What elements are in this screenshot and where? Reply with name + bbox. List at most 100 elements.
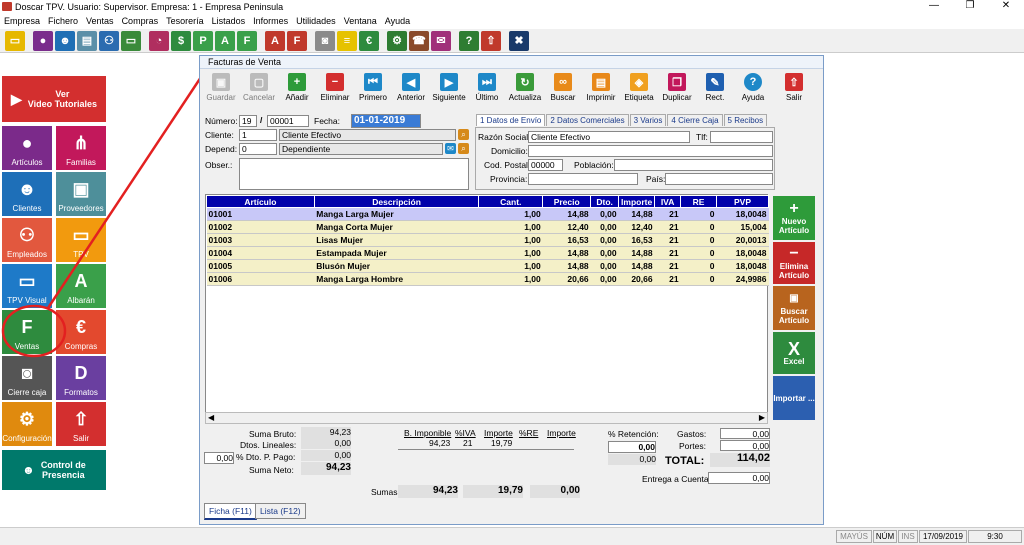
cell-pvp: 20,0013	[716, 233, 769, 247]
retencion-importe-value: 0,00	[608, 454, 656, 465]
binoculars-icon: ∞	[554, 73, 572, 91]
numero-serie-field[interactable]: 19	[239, 115, 257, 127]
col-descripcion[interactable]: Descripción	[313, 195, 480, 208]
importar-button[interactable]: Importar ...	[773, 376, 815, 420]
obser-label: Obser.:	[205, 160, 233, 170]
domicilio-field[interactable]	[528, 145, 773, 157]
fecha-field[interactable]: 01-01-2019	[351, 114, 421, 128]
elimina-articulo-button[interactable]: − Elimina Artículo	[773, 242, 815, 284]
tab-datos-envio[interactable]: 1 Datos de Envío	[476, 114, 546, 126]
provincia-label: Provincia:	[490, 174, 528, 184]
col-articulo[interactable]: Artículo	[206, 195, 315, 208]
observaciones-field[interactable]	[239, 158, 469, 190]
dtos-lineales-label: Dtos. Lineales:	[240, 440, 297, 450]
cell-precio: 12,40	[542, 220, 591, 234]
status-date: 17/09/2019	[919, 530, 967, 543]
cell-iva: 21	[654, 233, 681, 247]
facturas-venta-window: Facturas de Venta ▣ Guardar ▢ Cancelar + Añ…	[199, 55, 824, 525]
col-importe[interactable]: Importe	[618, 195, 656, 208]
status-time: 9:30	[968, 530, 1022, 543]
col-dto[interactable]: Dto.	[590, 195, 620, 208]
grid-horizontal-scrollbar[interactable]: ◀ ▶	[205, 412, 768, 424]
depend-code-field[interactable]: 0	[239, 143, 277, 155]
cell-re: 0	[680, 272, 717, 286]
sumas-re-value: 0,00	[530, 485, 580, 498]
annotation-circle	[1, 304, 67, 358]
rect-icon: ✎	[706, 73, 724, 91]
tlf-field[interactable]	[710, 131, 773, 143]
refresh-icon: ↻	[516, 73, 534, 91]
dto-pp-pct-field[interactable]: 0,00	[204, 452, 234, 464]
search-depend-icon[interactable]: ⌕	[458, 143, 469, 154]
suma-neto-label: Suma Neto:	[249, 465, 294, 475]
cell-precio: 20,66	[542, 272, 591, 286]
cell-pvp: 18,0048	[716, 207, 769, 221]
tab-cierre-caja[interactable]: 4 Cierre Caja	[667, 114, 723, 126]
detail-tabs: 1 Datos de Envío 2 Datos Comerciales 3 V…	[476, 114, 768, 126]
chat-icon[interactable]: ✉	[445, 143, 456, 154]
table-row[interactable]: 01005 Blusón Mujer 1,00 14,88 0,00 14,88…	[206, 259, 769, 273]
cell-re: 0	[680, 259, 717, 273]
razon-social-label: Razón Social:	[478, 132, 531, 142]
table-row[interactable]: 01001 Manga Larga Mujer 1,00 14,88 0,00 …	[206, 207, 769, 221]
grid-header-row: Artículo Descripción Cant. Precio Dto. I…	[206, 195, 770, 208]
table-row[interactable]: 01006 Manga Larga Hombre 1,00 20,66 0,00…	[206, 272, 769, 286]
tab-varios[interactable]: 3 Varios	[629, 114, 667, 126]
tab-recibos[interactable]: 5 Recibos	[723, 114, 768, 126]
minus-icon: −	[326, 73, 344, 91]
pais-field[interactable]	[665, 173, 773, 185]
suma-bruto-label: Suma Bruto:	[249, 429, 297, 439]
col-iva[interactable]: IVA	[654, 195, 682, 208]
excel-button[interactable]: X Excel	[773, 332, 815, 374]
scroll-left-icon[interactable]: ◀	[208, 413, 214, 422]
cell-re: 0	[680, 207, 717, 221]
col-precio[interactable]: Precio	[542, 195, 592, 208]
duplicate-icon: ❐	[668, 73, 686, 91]
bi-header-base: B. Imponible	[404, 428, 452, 438]
salir-button[interactable]: ⇧ Salir	[772, 73, 816, 102]
buscar-articulo-button[interactable]: ▣ Buscar Artículo	[773, 286, 815, 330]
save-icon: ▣	[212, 73, 230, 91]
search-cliente-icon[interactable]: ⌕	[458, 129, 469, 140]
gastos-label: Gastos:	[677, 429, 707, 439]
entrega-cuenta-field[interactable]: 0,00	[708, 472, 770, 484]
bi-importe-value: 19,79	[491, 438, 513, 448]
nuevo-articulo-button[interactable]: + Nuevo Artículo	[773, 196, 815, 240]
cell-importe: 12,40	[618, 220, 655, 234]
cell-iva: 21	[654, 259, 681, 273]
tab-datos-comerciales[interactable]: 2 Datos Comerciales	[546, 114, 629, 126]
cancel-icon: ▢	[250, 73, 268, 91]
ayuda-button[interactable]: ? Ayuda	[731, 73, 775, 102]
numero-field[interactable]: 00001	[267, 115, 309, 127]
bases-table: B. Imponible %IVA Importe %RE Importe 94…	[398, 428, 576, 450]
retencion-pct-field[interactable]: 0,00	[608, 441, 656, 453]
tab-lista[interactable]: Lista (F12)	[255, 503, 306, 519]
cell-cant: 1,00	[478, 246, 543, 260]
col-cant[interactable]: Cant.	[478, 195, 544, 208]
tlf-label: Tlf:	[696, 132, 708, 142]
cliente-code-field[interactable]: 1	[239, 129, 277, 141]
cod-postal-field[interactable]: 00000	[528, 159, 563, 171]
tab-ficha[interactable]: Ficha (F11)	[204, 503, 257, 520]
cell-precio: 16,53	[542, 233, 591, 247]
gastos-field[interactable]: 0,00	[720, 428, 770, 439]
poblacion-field[interactable]	[614, 159, 773, 171]
cell-articulo: 01002	[206, 220, 315, 234]
provincia-field[interactable]	[528, 173, 638, 185]
cell-dto: 0,00	[590, 220, 619, 234]
table-row[interactable]: 01004 Estampada Mujer 1,00 14,88 0,00 14…	[206, 246, 769, 260]
total-label: TOTAL:	[665, 455, 705, 467]
table-row[interactable]: 01003 Lisas Mujer 1,00 16,53 0,00 16,53 …	[206, 233, 769, 247]
razon-social-field[interactable]: Cliente Efectivo	[528, 131, 690, 143]
portes-field[interactable]: 0,00	[720, 440, 770, 451]
col-pvp[interactable]: PVP	[715, 195, 770, 208]
cell-importe: 14,88	[618, 246, 655, 260]
plus-icon: +	[789, 200, 799, 217]
table-row[interactable]: 01002 Manga Corta Mujer 1,00 12,40 0,00 …	[206, 220, 769, 234]
dtos-lineales-value: 0,00	[301, 438, 351, 449]
help-icon: ?	[744, 73, 762, 91]
col-re[interactable]: RE	[680, 195, 717, 208]
scroll-right-icon[interactable]: ▶	[759, 413, 765, 422]
first-icon: ⏮	[364, 73, 382, 91]
suma-bruto-value: 94,23	[301, 427, 351, 438]
